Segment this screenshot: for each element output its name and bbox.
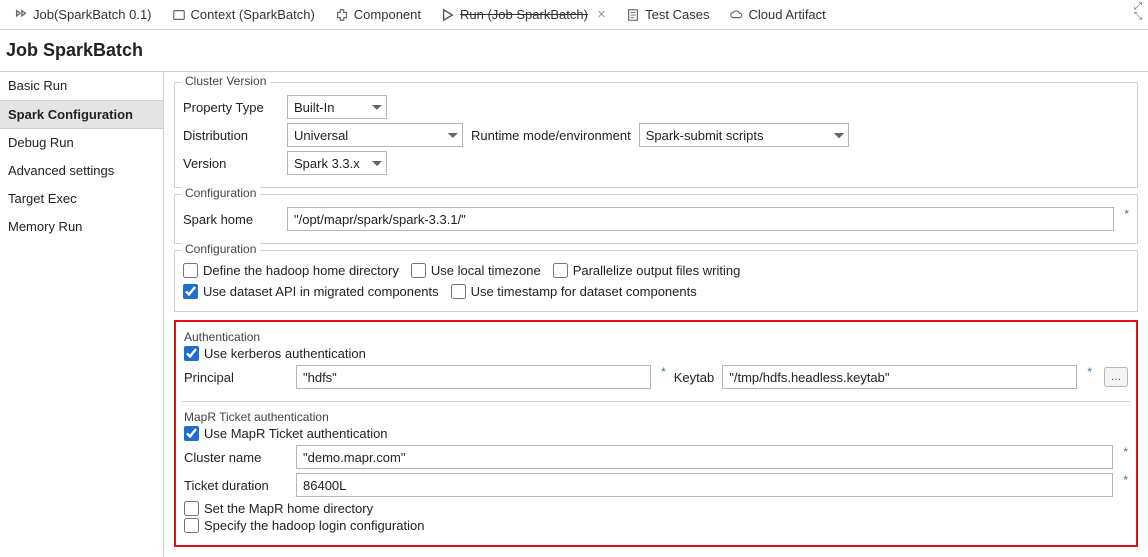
use-mapr-label: Use MapR Ticket authentication [204,426,388,441]
configuration-options-group: Configuration Define the hadoop home dir… [174,250,1138,312]
define-hadoop-home-checkbox[interactable] [183,263,198,278]
required-marker: * [661,365,666,379]
sidebar: Basic Run Spark Configuration Debug Run … [0,72,164,557]
set-mapr-home-row[interactable]: Set the MapR home directory [184,501,1128,516]
specify-hadoop-login-label: Specify the hadoop login configuration [204,518,424,533]
cluster-version-group: Cluster Version Property Type Built-In D… [174,82,1138,188]
tab-cloud-artifact[interactable]: Cloud Artifact [719,3,835,26]
configuration1-legend: Configuration [181,186,260,200]
use-timestamp-row[interactable]: Use timestamp for dataset components [451,284,697,299]
required-marker: * [1123,473,1128,487]
tab-run[interactable]: Run (Job SparkBatch) ✕ [431,3,616,26]
spark-home-input[interactable] [287,207,1114,231]
use-timestamp-checkbox[interactable] [451,284,466,299]
use-local-timezone-checkbox[interactable] [411,263,426,278]
use-kerberos-label: Use kerberos authentication [204,346,366,361]
configuration2-legend: Configuration [181,242,260,256]
close-icon[interactable]: ✕ [597,8,606,21]
configuration-spark-home-group: Configuration Spark home * [174,194,1138,244]
sidebar-item-debug-run[interactable]: Debug Run [0,129,163,157]
ticket-duration-input[interactable] [296,473,1113,497]
page-title: Job SparkBatch [0,30,1148,71]
window-controls: ⤢ ⤡ [1134,2,1142,22]
use-dataset-api-label: Use dataset API in migrated components [203,284,439,299]
context-icon [172,8,186,22]
mapr-ticket-group: MapR Ticket authentication Use MapR Tick… [182,408,1130,537]
mapr-legend: MapR Ticket authentication [184,410,1128,424]
principal-label: Principal [184,370,288,385]
tab-component-label: Component [354,7,421,22]
property-type-select[interactable]: Built-In [287,95,387,119]
main-panel: Cluster Version Property Type Built-In D… [164,72,1148,557]
sidebar-item-basic-run[interactable]: Basic Run [0,72,163,100]
cluster-name-label: Cluster name [184,450,288,465]
parallelize-row[interactable]: Parallelize output files writing [553,263,741,278]
required-marker: * [1124,207,1129,221]
tab-test-cases-label: Test Cases [645,7,709,22]
separator [182,401,1130,402]
use-kerberos-checkbox[interactable] [184,346,199,361]
specify-hadoop-login-checkbox[interactable] [184,518,199,533]
tab-context-label: Context (SparkBatch) [191,7,315,22]
keytab-input[interactable] [722,365,1077,389]
use-local-timezone-label: Use local timezone [431,263,541,278]
tab-context[interactable]: Context (SparkBatch) [162,3,325,26]
specify-hadoop-login-row[interactable]: Specify the hadoop login configuration [184,518,1128,533]
use-timestamp-label: Use timestamp for dataset components [471,284,697,299]
use-local-timezone-row[interactable]: Use local timezone [411,263,541,278]
version-select[interactable]: Spark 3.3.x [287,151,387,175]
tab-test-cases[interactable]: Test Cases [616,3,719,26]
job-icon [14,8,28,22]
authentication-highlight-box: Authentication Use kerberos authenticati… [174,320,1138,547]
sidebar-item-memory-run[interactable]: Memory Run [0,213,163,241]
define-hadoop-home-row[interactable]: Define the hadoop home directory [183,263,399,278]
distribution-label: Distribution [183,128,279,143]
principal-input[interactable] [296,365,651,389]
cluster-name-input[interactable] [296,445,1113,469]
tab-run-label: Run (Job SparkBatch) [460,7,588,22]
test-cases-icon [626,8,640,22]
parallelize-label: Parallelize output files writing [573,263,741,278]
tab-cloud-artifact-label: Cloud Artifact [748,7,825,22]
cloud-artifact-icon [729,8,743,22]
parallelize-checkbox[interactable] [553,263,568,278]
authentication-legend: Authentication [184,330,1128,344]
editor-tabs: Job(SparkBatch 0.1) Context (SparkBatch)… [0,0,1148,30]
run-icon [441,8,455,22]
runtime-mode-select[interactable]: Spark-submit scripts [639,123,849,147]
required-marker: * [1123,445,1128,459]
authentication-group: Authentication Use kerberos authenticati… [182,328,1130,395]
use-kerberos-row[interactable]: Use kerberos authentication [184,346,1128,361]
use-mapr-checkbox[interactable] [184,426,199,441]
sidebar-item-advanced-settings[interactable]: Advanced settings [0,157,163,185]
tab-job-label: Job(SparkBatch 0.1) [33,7,152,22]
component-icon [335,8,349,22]
required-marker: * [1087,365,1092,379]
use-dataset-api-checkbox[interactable] [183,284,198,299]
set-mapr-home-label: Set the MapR home directory [204,501,373,516]
minimize-icon[interactable]: ⤡ [1134,12,1142,22]
tab-component[interactable]: Component [325,3,431,26]
ticket-duration-label: Ticket duration [184,478,288,493]
keytab-browse-button[interactable]: … [1104,367,1128,387]
define-hadoop-home-label: Define the hadoop home directory [203,263,399,278]
sidebar-item-spark-configuration[interactable]: Spark Configuration [0,100,163,129]
distribution-select[interactable]: Universal [287,123,463,147]
runtime-mode-label: Runtime mode/environment [471,128,631,143]
keytab-label: Keytab [674,370,714,385]
tab-job[interactable]: Job(SparkBatch 0.1) [4,3,162,26]
cluster-version-legend: Cluster Version [181,74,270,88]
use-dataset-api-row[interactable]: Use dataset API in migrated components [183,284,439,299]
version-label: Version [183,156,279,171]
property-type-label: Property Type [183,100,279,115]
use-mapr-row[interactable]: Use MapR Ticket authentication [184,426,1128,441]
sidebar-item-target-exec[interactable]: Target Exec [0,185,163,213]
set-mapr-home-checkbox[interactable] [184,501,199,516]
spark-home-label: Spark home [183,212,279,227]
